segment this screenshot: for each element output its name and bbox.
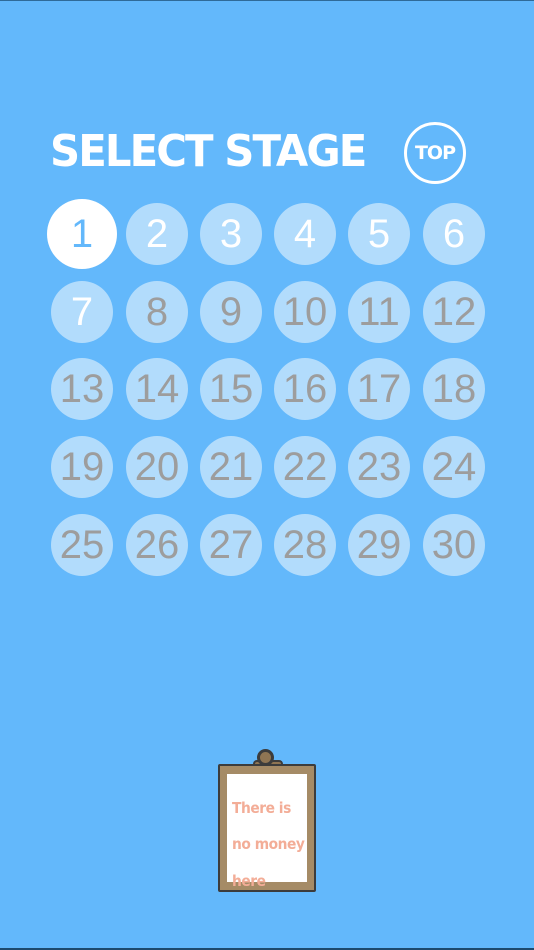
stage-button-4[interactable]: 4 — [274, 203, 336, 265]
stage-button-10[interactable]: 10 — [274, 281, 336, 343]
stage-button-25[interactable]: 25 — [51, 514, 113, 576]
stage-button-11[interactable]: 11 — [348, 281, 410, 343]
stage-button-17[interactable]: 17 — [348, 358, 410, 420]
stage-button-29[interactable]: 29 — [348, 514, 410, 576]
stage-button-18[interactable]: 18 — [423, 358, 485, 420]
stage-button-24[interactable]: 24 — [423, 436, 485, 498]
stage-button-1[interactable]: 1 — [47, 199, 117, 269]
clipboard-board: There is no money here — [218, 764, 316, 892]
stage-button-22[interactable]: 22 — [274, 436, 336, 498]
stage-button-23[interactable]: 23 — [348, 436, 410, 498]
stage-button-15[interactable]: 15 — [200, 358, 262, 420]
stage-button-13[interactable]: 13 — [51, 358, 113, 420]
stage-button-6[interactable]: 6 — [423, 203, 485, 265]
stage-button-26[interactable]: 26 — [126, 514, 188, 576]
stage-button-28[interactable]: 28 — [274, 514, 336, 576]
clipboard-text-line-3: here — [232, 872, 266, 890]
stage-button-16[interactable]: 16 — [274, 358, 336, 420]
stage-button-5[interactable]: 5 — [348, 203, 410, 265]
stage-button-7[interactable]: 7 — [51, 281, 113, 343]
stage-button-20[interactable]: 20 — [126, 436, 188, 498]
stage-grid: 1 2 3 4 5 6 7 8 9 10 11 12 13 14 15 16 17 18 19 20 21 22 23 24 2… — [0, 0, 534, 600]
clipboard-hint[interactable]: There is no money here — [218, 749, 316, 892]
stage-button-14[interactable]: 14 — [126, 358, 188, 420]
clipboard-text-line-1: There is — [232, 799, 291, 817]
clipboard-paper: There is no money here — [227, 774, 307, 890]
stage-button-9[interactable]: 9 — [200, 281, 262, 343]
clipboard-text-line-2: no money — [232, 835, 305, 853]
stage-button-30[interactable]: 30 — [423, 514, 485, 576]
stage-button-19[interactable]: 19 — [51, 436, 113, 498]
stage-button-8[interactable]: 8 — [126, 281, 188, 343]
stage-button-2[interactable]: 2 — [126, 203, 188, 265]
stage-button-3[interactable]: 3 — [200, 203, 262, 265]
stage-button-27[interactable]: 27 — [200, 514, 262, 576]
stage-button-21[interactable]: 21 — [200, 436, 262, 498]
stage-button-12[interactable]: 12 — [423, 281, 485, 343]
